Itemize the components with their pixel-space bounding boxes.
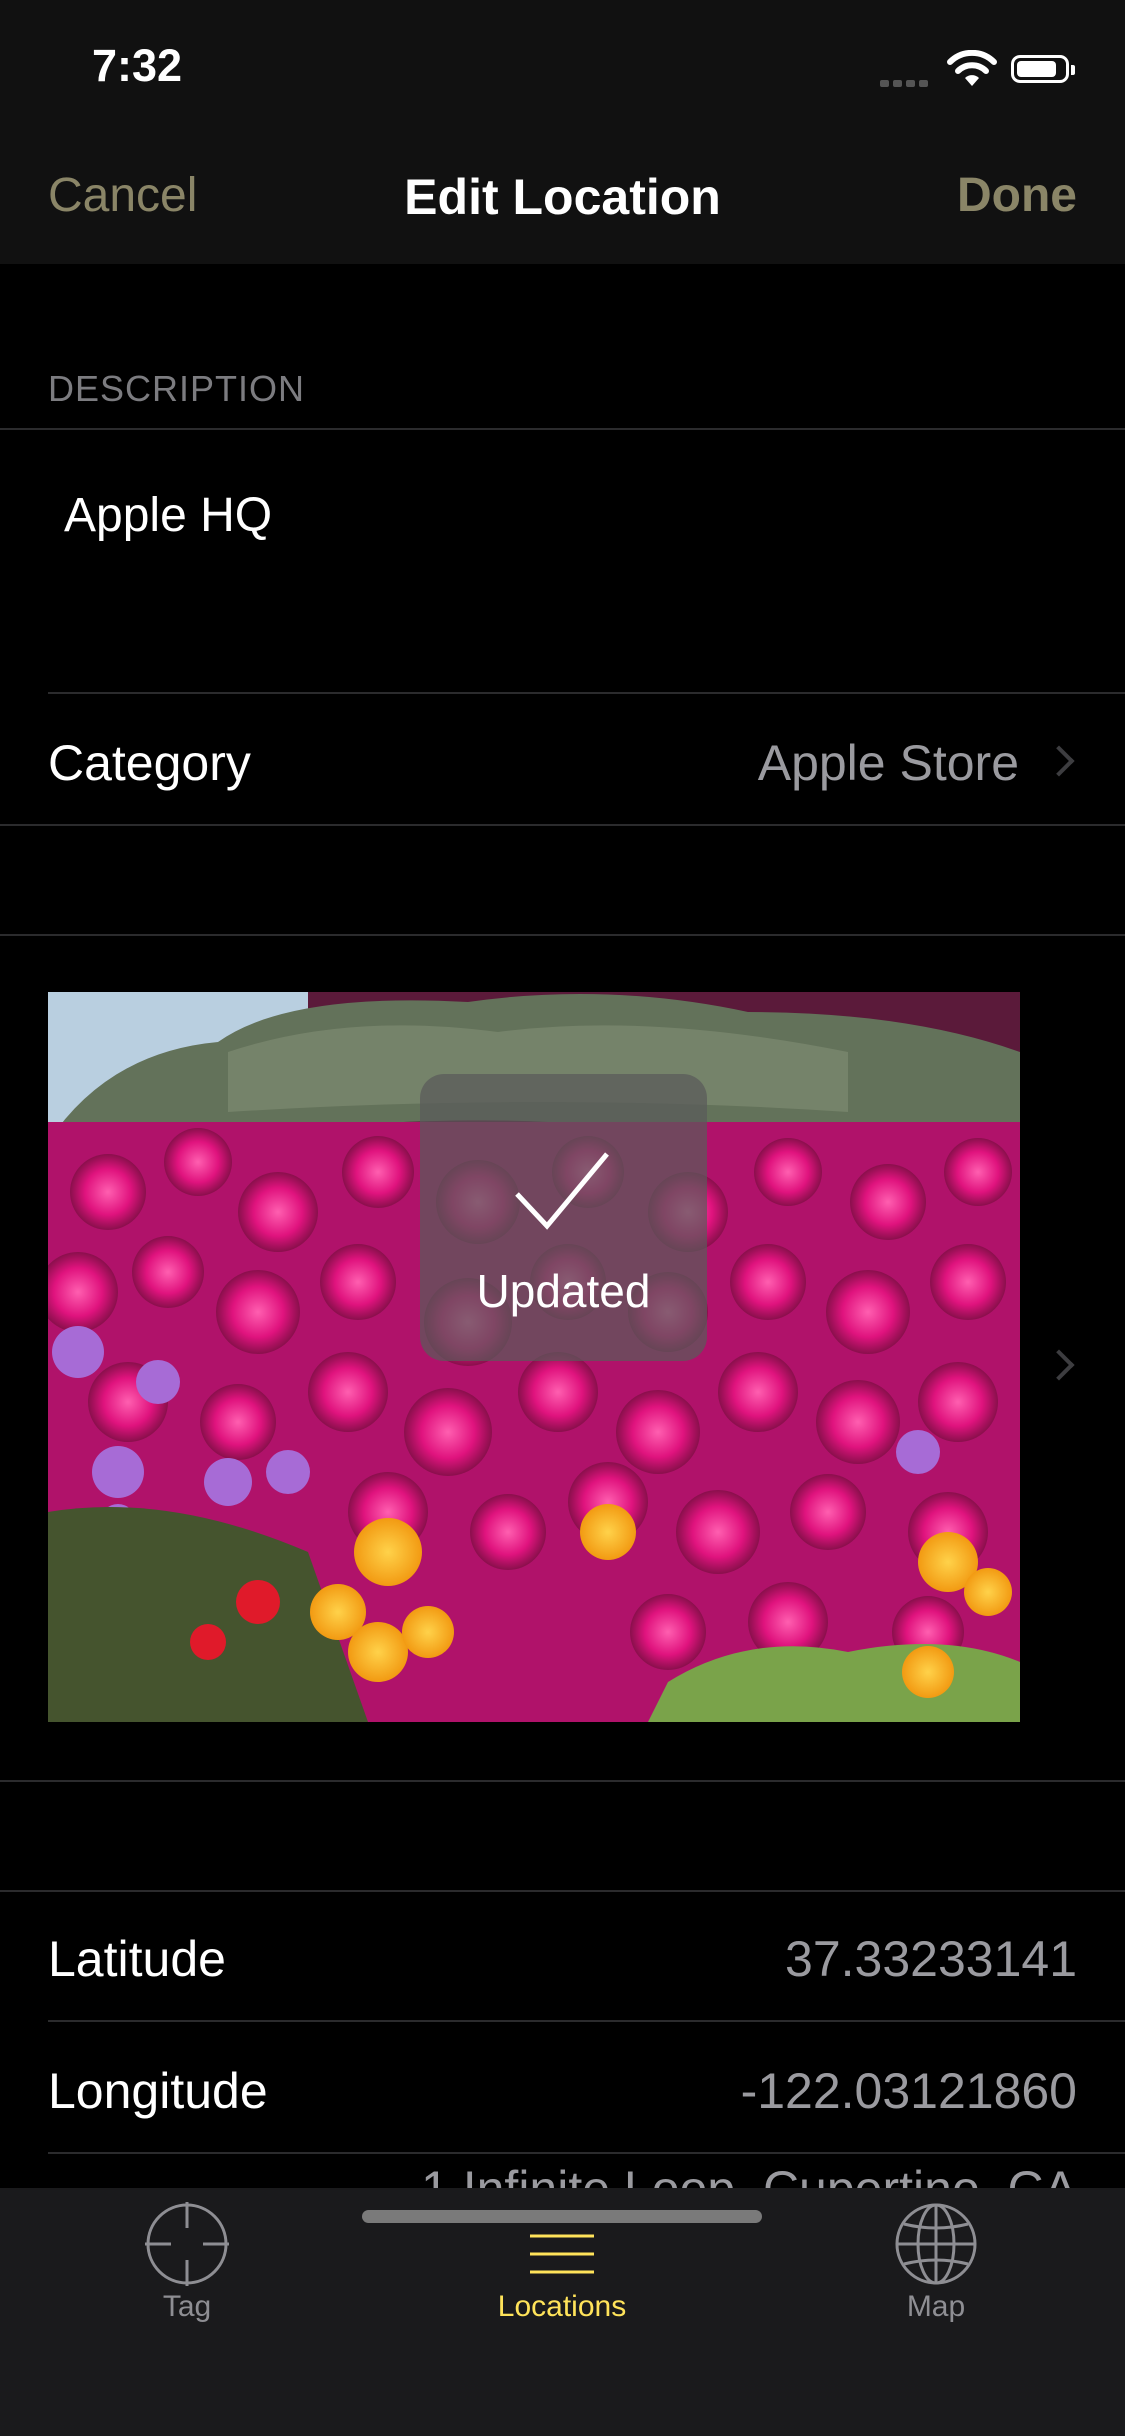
category-label: Category: [48, 735, 251, 791]
tab-label: Tag: [162, 2290, 212, 2323]
tab-label: Locations: [497, 2290, 627, 2323]
checkmark-icon: [515, 1152, 609, 1230]
divider: [0, 1780, 1125, 1782]
latitude-label: Latitude: [48, 1931, 226, 1987]
hud-label: Updated: [476, 1265, 651, 1317]
crosshair-icon: [145, 2202, 229, 2286]
tab-bar: Tag Locations Map: [0, 2188, 1125, 2436]
battery-icon: [1011, 55, 1075, 83]
updated-hud: Updated: [420, 1074, 707, 1361]
status-bar: 7:32: [0, 0, 1125, 132]
chevron-right-icon: [1043, 745, 1075, 777]
home-indicator: [362, 2210, 762, 2223]
category-row[interactable]: Category Apple Store: [0, 694, 1125, 824]
divider: [48, 2152, 1125, 2154]
done-button[interactable]: Done: [957, 168, 1077, 223]
globe-icon: [895, 2203, 977, 2285]
divider: [0, 824, 1125, 826]
category-value: Apple Store: [757, 735, 1019, 791]
longitude-row: Longitude -122.03121860: [0, 2022, 1125, 2152]
cellular-signal-icon: [880, 74, 932, 92]
status-time: 7:32: [92, 40, 183, 91]
description-header: DESCRIPTION: [48, 368, 306, 409]
tab-label: Map: [906, 2290, 966, 2323]
description-text-view[interactable]: Apple HQ: [64, 488, 272, 543]
longitude-label: Longitude: [48, 2063, 268, 2119]
tab-map[interactable]: Map: [816, 2202, 1056, 2332]
divider: [0, 428, 1125, 430]
navigation-bar: Cancel Edit Location Done: [0, 132, 1125, 264]
tab-tag[interactable]: Tag: [67, 2202, 307, 2332]
latitude-value: 37.33233141: [785, 1931, 1077, 1987]
latitude-row: Latitude 37.33233141: [0, 1892, 1125, 2020]
chevron-right-icon: [1043, 1349, 1075, 1381]
longitude-value: -122.03121860: [740, 2063, 1077, 2119]
wifi-icon: [947, 50, 997, 86]
